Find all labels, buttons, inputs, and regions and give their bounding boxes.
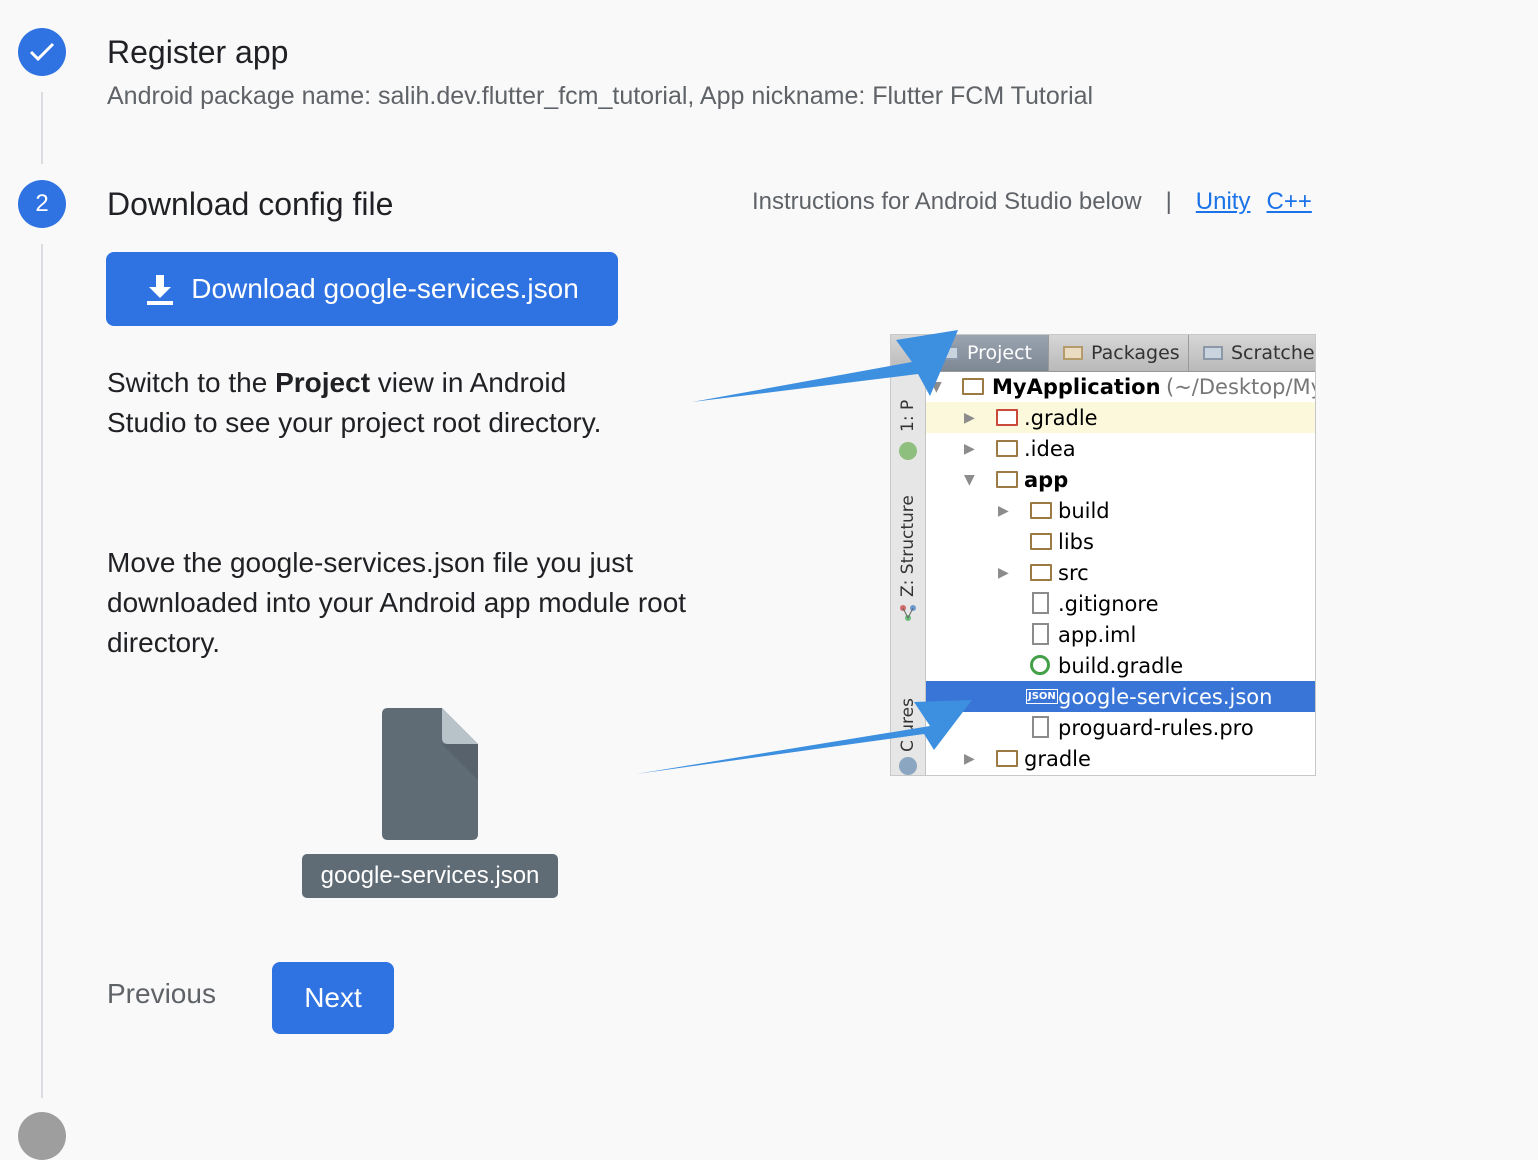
ide-side-toolbar: 1: P Z: Structure C ures xyxy=(891,372,926,775)
step-1-title: Register app xyxy=(107,34,289,70)
ide-tab-bar: Project Packages Scratche: xyxy=(891,335,1315,372)
text-file-icon xyxy=(1032,716,1049,738)
ide-tab-project[interactable]: Project xyxy=(925,335,1049,371)
checkmark-icon xyxy=(29,42,55,62)
tree-item-proguard[interactable]: proguard-rules.pro xyxy=(926,712,1315,743)
scratches-tab-icon xyxy=(1203,346,1223,360)
tree-item-app[interactable]: ▼ app xyxy=(926,464,1315,495)
expand-arrow-icon: ▼ xyxy=(964,471,975,488)
tree-label: .idea xyxy=(1024,436,1076,461)
folder-icon xyxy=(1030,564,1052,581)
para1-text-a: Switch to the xyxy=(107,367,276,398)
cpp-link[interactable]: C++ xyxy=(1266,188,1311,216)
tree-label: app.iml xyxy=(1058,622,1137,647)
collapse-arrow-icon: ▶ xyxy=(964,750,975,767)
text-file-icon xyxy=(1032,592,1049,614)
folder-icon xyxy=(996,440,1018,457)
separator: | xyxy=(1165,188,1172,215)
tree-item-build-gradle[interactable]: build.gradle xyxy=(926,650,1315,681)
tree-item-gitignore[interactable]: .gitignore xyxy=(926,588,1315,619)
tree-label: app xyxy=(1024,467,1069,492)
collapse-arrow-icon: ▶ xyxy=(964,409,975,426)
project-view-instruction: Switch to the Project view in Android St… xyxy=(107,363,601,443)
tree-label: gradle xyxy=(1024,746,1091,771)
step-1-complete-icon xyxy=(18,28,66,76)
instructions-text: Instructions for Android Studio below xyxy=(752,188,1142,215)
para1-text-c: view in Android xyxy=(370,367,567,398)
android-studio-screenshot: Project Packages Scratche: 1: P Z: Struc… xyxy=(890,334,1316,776)
expand-arrow-icon: ▼ xyxy=(931,378,942,395)
folder-icon xyxy=(996,409,1018,426)
ide-tab-scratches-label: Scratche: xyxy=(1231,342,1316,364)
gradle-file-icon xyxy=(1030,655,1050,675)
step-2-title: Download config file xyxy=(107,186,394,222)
tree-label: .gradle xyxy=(1024,405,1098,430)
unity-link[interactable]: Unity xyxy=(1196,188,1251,216)
stepper-line xyxy=(41,92,43,164)
tree-label: .gitignore xyxy=(1058,591,1159,616)
para2-line-3: directory. xyxy=(107,627,221,658)
tree-label: src xyxy=(1058,560,1089,585)
tree-label: google-services.json xyxy=(1058,684,1273,709)
tree-item-gradle-dir[interactable]: ▶ .gradle xyxy=(926,402,1315,433)
json-file-label: google-services.json xyxy=(302,854,558,898)
collapse-arrow-icon: ▶ xyxy=(998,564,1009,581)
ide-tab-packages-label: Packages xyxy=(1091,342,1180,364)
tree-label: build xyxy=(1058,498,1110,523)
tree-label: build.gradle xyxy=(1058,653,1184,678)
packages-tab-icon xyxy=(1063,346,1083,360)
move-file-instruction: Move the google-services.json file you j… xyxy=(107,543,686,663)
tree-path: (~/Desktop/My xyxy=(1166,374,1316,399)
stepper-line xyxy=(41,244,43,1098)
tree-item-idea[interactable]: ▶ .idea xyxy=(926,433,1315,464)
platform-links: Instructions for Android Studio below | … xyxy=(752,188,1328,216)
tree-item-app-iml[interactable]: app.iml xyxy=(926,619,1315,650)
download-config-button[interactable]: Download google-services.json xyxy=(106,252,618,326)
folder-icon xyxy=(996,750,1018,767)
side-label-structure[interactable]: Z: Structure xyxy=(898,495,918,597)
folder-icon xyxy=(1030,533,1052,550)
tree-item-build[interactable]: ▶ build xyxy=(926,495,1315,526)
para1-text-d: Studio to see your project root director… xyxy=(107,407,602,438)
ide-tab-project-label: Project xyxy=(967,342,1033,364)
folder-icon xyxy=(1030,502,1052,519)
step-3-circle xyxy=(18,1112,66,1160)
next-button[interactable]: Next xyxy=(272,962,394,1034)
previous-button[interactable]: Previous xyxy=(107,978,216,1010)
para1-text-bold: Project xyxy=(275,367,371,398)
json-file-icon-small: JSON xyxy=(1026,689,1058,704)
ide-tab-scratches[interactable]: Scratche: xyxy=(1189,335,1316,371)
download-icon xyxy=(147,275,174,305)
ide-tab-packages[interactable]: Packages xyxy=(1049,335,1189,371)
side-label-project[interactable]: 1: P xyxy=(898,400,918,432)
download-button-label: Download google-services.json xyxy=(191,273,579,304)
module-folder-icon xyxy=(962,378,984,395)
android-icon xyxy=(899,442,917,460)
iml-file-icon xyxy=(1032,623,1049,645)
step-1-subtitle: Android package name: salih.dev.flutter_… xyxy=(107,82,1094,110)
collapse-arrow-icon: ▶ xyxy=(998,502,1009,519)
para2-line-1: Move the google-services.json file you j… xyxy=(107,547,634,578)
tree-item-libs[interactable]: libs xyxy=(926,526,1315,557)
collapse-arrow-icon: ▶ xyxy=(964,440,975,457)
project-tab-icon xyxy=(939,346,959,360)
tree-item-gradle[interactable]: ▶ gradle xyxy=(926,743,1315,774)
tree-label: MyApplication xyxy=(992,374,1161,399)
tree-item-google-services-json[interactable]: JSON google-services.json xyxy=(926,681,1315,712)
tree-label: libs xyxy=(1058,529,1094,554)
para2-line-2: downloaded into your Android app module … xyxy=(107,587,687,618)
json-file-icon[interactable] xyxy=(382,708,478,840)
captures-icon xyxy=(899,757,917,775)
tree-item-src[interactable]: ▶ src xyxy=(926,557,1315,588)
tree-item-myapplication[interactable]: ▼ MyApplication (~/Desktop/My xyxy=(926,371,1315,402)
tree-label: proguard-rules.pro xyxy=(1058,715,1254,740)
side-label-captures[interactable]: C ures xyxy=(898,698,918,752)
structure-icon xyxy=(899,604,917,622)
step-2-number: 2 xyxy=(18,180,66,228)
module-folder-icon xyxy=(996,471,1018,488)
